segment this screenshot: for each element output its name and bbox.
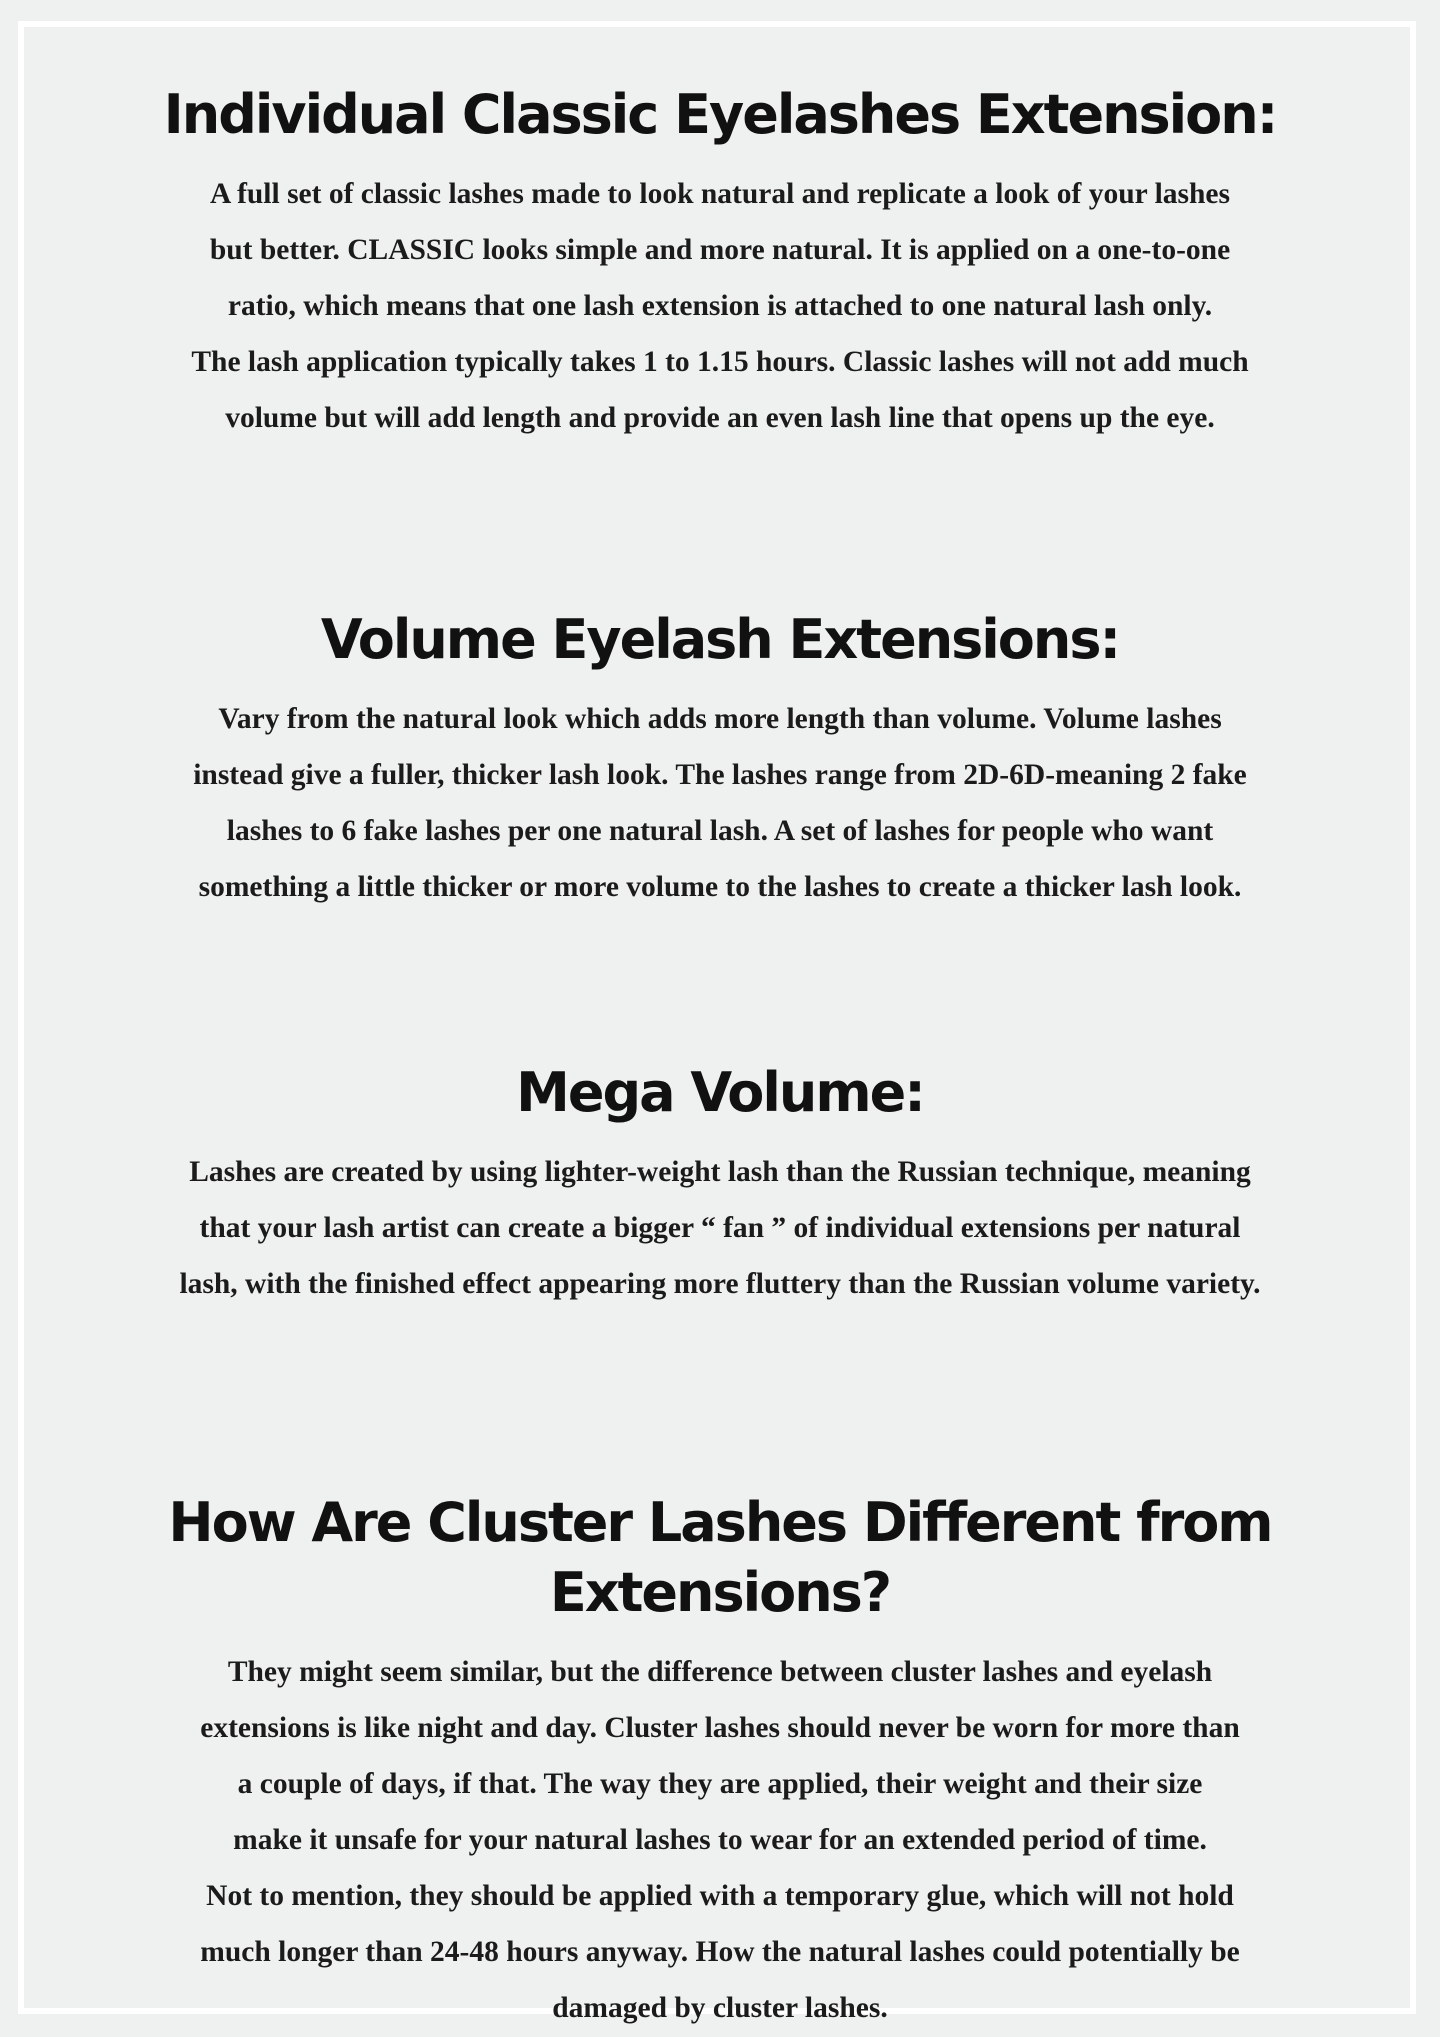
section-heading: Individual Classic Eyelashes Extension:	[163, 83, 1279, 146]
section-volume-lashes: Volume Eyelash Extensions: Vary from the…	[40, 605, 1400, 915]
body-line: Vary from the natural look which adds mo…	[218, 703, 1222, 735]
body-line: that your lash artist can create a bigge…	[199, 1212, 1241, 1244]
section-cluster-lashes: How Are Cluster Lashes Different from Ex…	[40, 1488, 1400, 2036]
section-heading: Mega Volume:	[516, 1061, 926, 1124]
body-line: something a little thicker or more volum…	[198, 871, 1242, 903]
body-line: Not to mention, they should be applied w…	[206, 1880, 1234, 1912]
body-line: A full set of classic lashes made to loo…	[210, 178, 1230, 210]
section-body: A full set of classic lashes made to loo…	[40, 166, 1400, 446]
body-line: extensions is like night and day. Cluste…	[200, 1712, 1240, 1744]
body-line: but better. CLASSIC looks simple and mor…	[209, 234, 1231, 266]
body-line: Lashes are created by using lighter-weig…	[189, 1156, 1251, 1188]
body-line: instead give a fuller, thicker lash look…	[193, 759, 1247, 791]
body-line: a couple of days, if that. The way they …	[237, 1768, 1203, 1800]
section-mega-volume: Mega Volume: Lashes are created by using…	[40, 1058, 1400, 1312]
body-line: damaged by cluster lashes.	[552, 1992, 888, 2024]
body-line: much longer than 24-48 hours anyway. How…	[200, 1936, 1240, 1968]
section-body: Vary from the natural look which adds mo…	[40, 691, 1400, 915]
section-heading: Volume Eyelash Extensions:	[320, 608, 1121, 671]
section-body: They might seem similar, but the differe…	[40, 1644, 1400, 2036]
body-line: ratio, which means that one lash extensi…	[227, 290, 1213, 322]
body-line: make it unsafe for your natural lashes t…	[233, 1824, 1207, 1856]
section-heading: How Are Cluster Lashes Different from Ex…	[168, 1491, 1273, 1624]
body-line: lash, with the finished effect appearing…	[179, 1268, 1261, 1300]
body-line: lashes to 6 fake lashes per one natural …	[226, 815, 1214, 847]
section-classic-lashes: Individual Classic Eyelashes Extension: …	[40, 80, 1400, 446]
section-body: Lashes are created by using lighter-weig…	[40, 1144, 1400, 1312]
body-line: They might seem similar, but the differe…	[227, 1656, 1213, 1688]
body-line: The lash application typically takes 1 t…	[191, 346, 1249, 378]
body-line: volume but will add length and provide a…	[225, 402, 1215, 434]
